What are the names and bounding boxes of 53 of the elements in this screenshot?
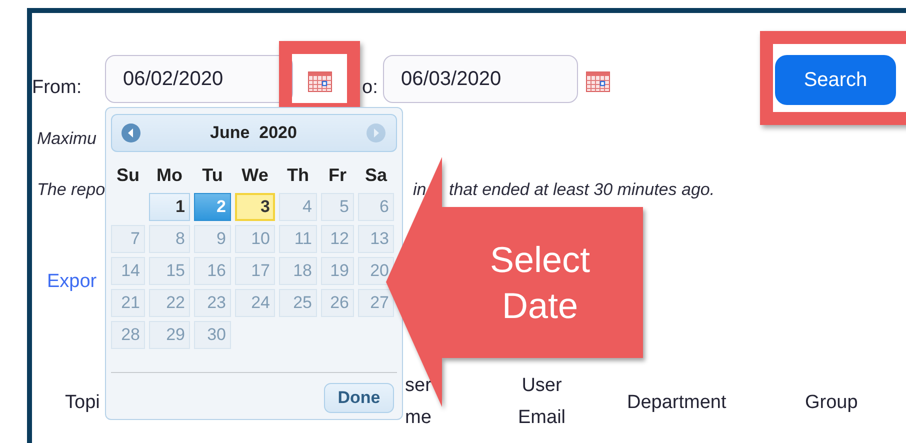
day-cell: 24 (235, 289, 275, 317)
weekday-label: Su (115, 164, 140, 187)
day-cell[interactable]: 3 (235, 193, 275, 221)
day-cell: 16 (194, 257, 231, 285)
day-cell: 5 (321, 193, 354, 221)
from-label: From: (32, 77, 82, 99)
month-title: June 2020 (210, 123, 297, 143)
day-cell: 29 (149, 321, 190, 349)
day-cell: 17 (235, 257, 275, 285)
weekday-label: Mo (156, 164, 184, 187)
column-header: Group (805, 391, 858, 415)
search-button[interactable]: Search (775, 55, 896, 105)
column-header: Department (627, 391, 726, 415)
callout-text: Select Date (488, 238, 592, 328)
day-cell: 10 (235, 225, 275, 253)
day-cell: 25 (279, 289, 317, 317)
day-cell: 8 (149, 225, 190, 253)
day-cell: 19 (321, 257, 354, 285)
done-button[interactable]: Done (324, 383, 394, 413)
day-cell: 27 (358, 289, 394, 317)
day-cell: 7 (111, 225, 145, 253)
column-header: ser me (405, 374, 432, 430)
day-cell: 21 (111, 289, 145, 317)
day-cell: 6 (358, 193, 394, 221)
note-text: Maximu (37, 129, 97, 149)
column-header: Topi (65, 391, 100, 415)
day-cell: 28 (111, 321, 145, 349)
day-cell: 13 (358, 225, 394, 253)
day-cell: 4 (279, 193, 317, 221)
day-cell: 30 (194, 321, 231, 349)
weekday-label: Fr (328, 164, 348, 187)
day-cell: 9 (194, 225, 231, 253)
export-link[interactable]: Expor (47, 271, 97, 293)
day-cell: 15 (149, 257, 190, 285)
day-cell: 11 (279, 225, 317, 253)
note-text: that ended at least 30 minutes ago. (449, 180, 715, 200)
note-text: The repo (37, 180, 106, 200)
to-label: o: (362, 77, 378, 99)
day-cell: 20 (358, 257, 394, 285)
day-cell: 22 (149, 289, 190, 317)
day-cell: 26 (321, 289, 354, 317)
day-cell: 18 (279, 257, 317, 285)
weekday-label: We (240, 164, 270, 187)
weekday-label: Th (286, 164, 310, 187)
note-text: in (413, 180, 426, 200)
column-header: User Email (518, 374, 566, 430)
to-date-field[interactable]: 06/03/2020 (383, 55, 578, 103)
day-cell: 23 (194, 289, 231, 317)
weekday-label: Sa (364, 164, 388, 187)
weekday-label: Tu (201, 164, 224, 187)
day-cell[interactable]: 1 (149, 193, 190, 221)
day-cell: 12 (321, 225, 354, 253)
day-cell: 14 (111, 257, 145, 285)
